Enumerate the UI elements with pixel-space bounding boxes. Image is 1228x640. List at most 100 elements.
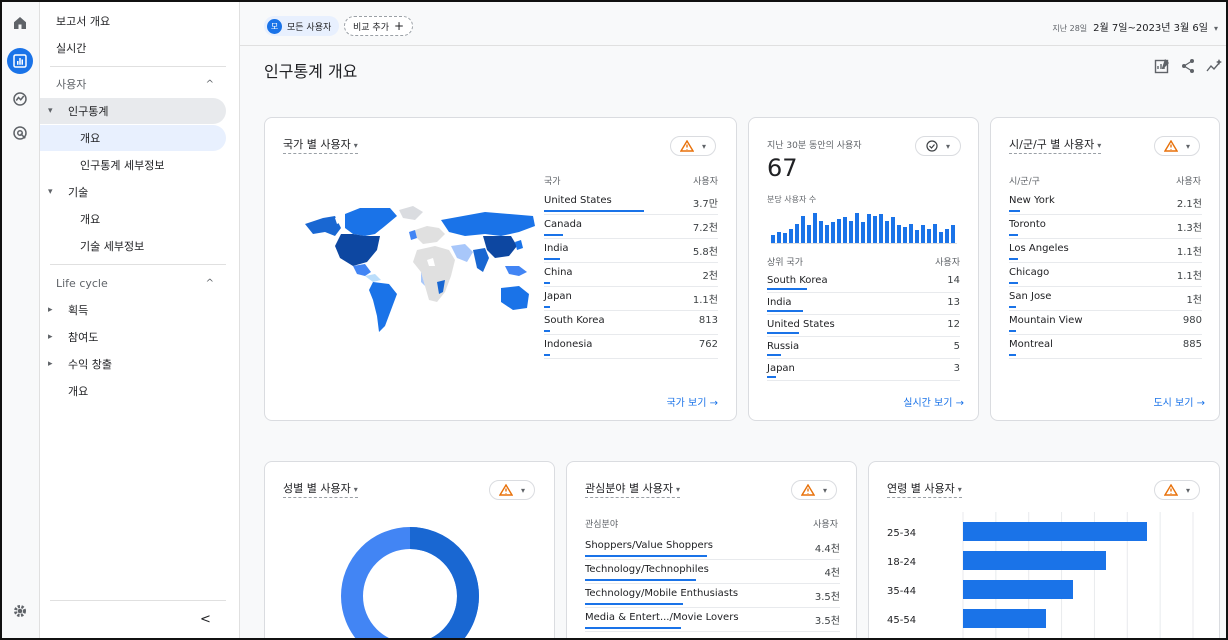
table-row[interactable]: Japan 1.1천 xyxy=(544,287,718,311)
realtime-status-chip[interactable]: ▾ xyxy=(915,136,961,156)
row-label: Japan xyxy=(544,291,572,302)
settings-gear-icon[interactable] xyxy=(7,598,33,624)
nav-engagement-label: 참여도 xyxy=(68,331,99,344)
data-quality-warning-chip[interactable]: ▾ xyxy=(670,136,716,156)
report-navigation: 보고서 개요 실시간 사용자 ^ ▾ 인구통계 개요 인구통계 세부정보 ▾ 기술 개… xyxy=(40,2,240,638)
table-row[interactable]: United States 3.7만 xyxy=(544,191,718,215)
table-row[interactable]: United States 12 xyxy=(767,315,960,337)
nav-demographics-overview[interactable]: 개요 xyxy=(40,125,226,151)
age-bar[interactable] xyxy=(963,609,1046,628)
data-quality-warning-chip[interactable]: ▾ xyxy=(489,480,535,500)
nav-monetization[interactable]: ▸ 수익 창출 xyxy=(40,351,226,377)
card-title-dropdown[interactable]: 연령 별 사용자 ▾ xyxy=(887,480,962,498)
page-title: 인구통계 개요 xyxy=(264,62,358,81)
nav-acquisition[interactable]: ▸ 획득 xyxy=(40,297,226,323)
card-title-dropdown[interactable]: 시/군/구 별 사용자 ▾ xyxy=(1009,136,1102,154)
data-quality-warning-chip[interactable]: ▾ xyxy=(1154,480,1200,500)
age-bar[interactable] xyxy=(963,580,1073,599)
nav-section-lifecycle[interactable]: Life cycle ^ xyxy=(40,270,226,296)
table-row[interactable]: India 13 xyxy=(767,293,960,315)
row-share-bar xyxy=(544,210,644,212)
per-minute-bar xyxy=(849,221,853,243)
nav-section-user[interactable]: 사용자 ^ xyxy=(40,71,226,97)
nav-tech-details[interactable]: 기술 세부정보 xyxy=(40,233,226,259)
app-window: 보고서 개요 실시간 사용자 ^ ▾ 인구통계 개요 인구통계 세부정보 ▾ 기술 개… xyxy=(0,0,1228,640)
view-cities-link[interactable]: 도시 보기 → xyxy=(1153,394,1205,409)
collapse-nav-chevron-icon[interactable]: < xyxy=(200,612,211,627)
table-row[interactable]: Chicago 1.1천 xyxy=(1009,263,1202,287)
reports-icon[interactable] xyxy=(7,48,33,74)
card-title-dropdown[interactable]: 관심분야 별 사용자 ▾ xyxy=(585,480,680,498)
row-share-bar xyxy=(544,282,550,284)
table-row[interactable]: Russia 5 xyxy=(767,337,960,359)
per-minute-bar xyxy=(819,221,823,243)
age-tick-label: 18-24 xyxy=(887,557,916,568)
row-share-bar xyxy=(1009,234,1018,236)
table-row[interactable]: South Korea 14 xyxy=(767,271,960,293)
insights-sparkle-icon[interactable] xyxy=(1204,56,1224,76)
card-title-dropdown[interactable]: 성별 별 사용자 ▾ xyxy=(283,480,358,498)
nav-realtime[interactable]: 실시간 xyxy=(40,35,226,61)
row-share-bar xyxy=(585,555,707,557)
age-bar[interactable] xyxy=(963,551,1106,570)
per-minute-bar xyxy=(909,224,913,243)
warning-icon xyxy=(1163,140,1178,152)
age-bar[interactable] xyxy=(963,522,1147,541)
table-row[interactable]: Los Angeles 1.1천 xyxy=(1009,239,1202,263)
data-quality-warning-chip[interactable]: ▾ xyxy=(791,480,837,500)
table-row[interactable]: Montreal 885 xyxy=(1009,335,1202,359)
add-comparison-label: 비교 추가 xyxy=(353,22,389,33)
row-value: 1천 xyxy=(1186,295,1202,306)
divider xyxy=(50,264,226,265)
table-row[interactable]: Mountain View 980 xyxy=(1009,311,1202,335)
nav-tech-overview[interactable]: 개요 xyxy=(40,206,226,232)
home-icon[interactable] xyxy=(7,10,33,36)
customize-report-icon[interactable] xyxy=(1152,56,1172,76)
per-minute-label: 분당 사용자 수 xyxy=(767,195,817,204)
table-row[interactable]: New York 2.1천 xyxy=(1009,191,1202,215)
caret-down-icon: ▾ xyxy=(1185,485,1190,495)
table-row[interactable]: Technology/Technophiles 4천 xyxy=(585,560,840,584)
table-row[interactable]: Media & Entert.../Movie Lovers 3.5천 xyxy=(585,608,840,632)
row-label: Technology/Technophiles xyxy=(585,564,709,575)
caret-down-icon: ▾ xyxy=(701,141,706,151)
table-row[interactable]: Toronto 1.3천 xyxy=(1009,215,1202,239)
nav-demographics[interactable]: ▾ 인구통계 xyxy=(40,98,226,124)
per-minute-bar xyxy=(945,229,949,243)
segment-chip[interactable]: 모 모든 사용자 xyxy=(264,16,340,36)
row-value: 4천 xyxy=(824,568,840,579)
table-row[interactable]: China 2천 xyxy=(544,263,718,287)
table-row[interactable]: South Korea 813 xyxy=(544,311,718,335)
caret-down-icon: ▾ xyxy=(822,485,827,495)
city-users-card: 시/군/구 별 사용자 ▾ ▾ 시/군/구 사용자 New York 2.1천 Tor… xyxy=(990,117,1220,421)
table-row[interactable]: Japan 3 xyxy=(767,359,960,381)
add-comparison-button[interactable]: 비교 추가 + xyxy=(344,16,414,36)
table-row[interactable]: Canada 7.2천 xyxy=(544,215,718,239)
view-realtime-link[interactable]: 실시간 보기 → xyxy=(903,394,964,409)
table-row[interactable]: Technology/Mobile Enthusiasts 3.5천 xyxy=(585,584,840,608)
nav-report-overview[interactable]: 보고서 개요 xyxy=(40,8,226,34)
table-row[interactable]: Indonesia 762 xyxy=(544,335,718,359)
row-label: Los Angeles xyxy=(1009,243,1069,254)
interest-users-card: 관심분야 별 사용자 ▾ ▾ 관심분야 사용자 Shoppers/Value Sh… xyxy=(566,461,857,638)
table-row[interactable]: San Jose 1천 xyxy=(1009,287,1202,311)
share-icon[interactable] xyxy=(1178,56,1198,76)
table-row[interactable]: Shoppers/Value Shoppers 4.4천 xyxy=(585,536,840,560)
explore-icon[interactable] xyxy=(7,86,33,112)
card-title-dropdown[interactable]: 국가 별 사용자 ▾ xyxy=(283,136,358,154)
nav-tech[interactable]: ▾ 기술 xyxy=(40,179,226,205)
top-bar: 모 모든 사용자 비교 추가 + 지난 28일 2월 7일~2023년 3월 6… xyxy=(240,2,1226,46)
row-value: 980 xyxy=(1182,315,1202,326)
advertising-icon[interactable] xyxy=(7,120,33,146)
row-label: Technology/Mobile Enthusiasts xyxy=(585,588,739,599)
row-share-bar xyxy=(767,354,781,356)
nav-lifecycle-overview[interactable]: 개요 xyxy=(40,378,226,404)
date-range-picker[interactable]: 지난 28일 2월 7일~2023년 3월 6일 ▾ xyxy=(1052,19,1218,34)
data-quality-warning-chip[interactable]: ▾ xyxy=(1154,136,1200,156)
icon-rail xyxy=(2,2,40,638)
nav-demographic-details[interactable]: 인구통계 세부정보 xyxy=(40,152,226,178)
per-minute-bar xyxy=(873,216,877,243)
view-countries-link[interactable]: 국가 보기 → xyxy=(666,394,718,409)
nav-engagement[interactable]: ▸ 참여도 xyxy=(40,324,226,350)
table-row[interactable]: India 5.8천 xyxy=(544,239,718,263)
